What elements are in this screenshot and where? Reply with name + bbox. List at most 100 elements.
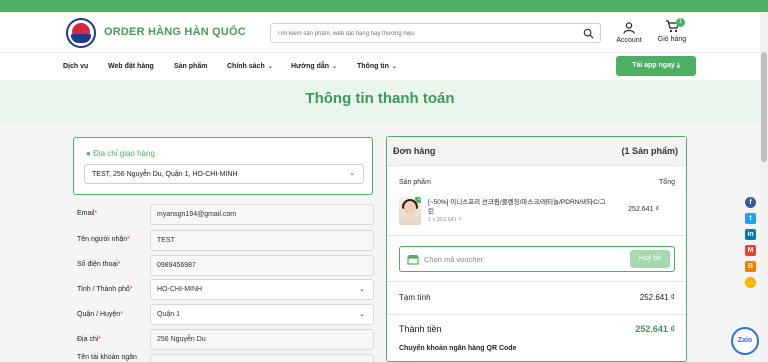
- bank-account-name-field[interactable]: [150, 354, 374, 362]
- district-select[interactable]: Quận 1 ⌄: [150, 304, 374, 325]
- receiver-label: Tên người nhận*: [77, 236, 130, 243]
- street-label: Địa chỉ*: [77, 336, 101, 343]
- linkedin-icon[interactable]: in: [745, 229, 756, 240]
- address-select[interactable]: TEST, 256 Nguyễn Du, Quận 1, HO-CHI-MINH…: [84, 164, 364, 184]
- chevron-down-icon: ⌄: [267, 64, 273, 70]
- cart-label: Giỏ hàng: [657, 36, 687, 43]
- scrollbar-thumb[interactable]: [761, 52, 767, 162]
- phone-field[interactable]: 0989456987: [150, 255, 374, 276]
- chevron-down-icon: ⌄: [349, 170, 355, 177]
- chevron-down-icon: ⌄: [332, 64, 338, 70]
- phone-label-text: Số điện thoại: [77, 261, 118, 268]
- column-total: Tổng: [659, 179, 675, 186]
- user-icon: [623, 22, 635, 34]
- phone-label: Số điện thoại*: [77, 261, 121, 268]
- chevron-down-icon: ⌄: [391, 64, 397, 70]
- product-price: 252.641 ₫: [628, 206, 659, 213]
- cart-count-badge: 1: [676, 18, 685, 27]
- blogger-icon[interactable]: B: [745, 261, 756, 272]
- order-summary-card: Đơn hàng (1 Sản phẩm) Sản phẩm Tổng 1 [~…: [386, 136, 687, 362]
- nav-item-services[interactable]: Dịch vụ: [63, 63, 88, 70]
- address-select-value: TEST, 256 Nguyễn Du, Quận 1, HO-CHI-MINH: [92, 171, 238, 178]
- cart-button[interactable]: 1 Giỏ hàng: [654, 18, 690, 43]
- search-box[interactable]: [270, 23, 601, 43]
- page-title: Thông tin thanh toán: [305, 90, 455, 107]
- search-input[interactable]: [277, 28, 567, 39]
- shipping-address-title: ● Địa chỉ giao hàng: [86, 149, 155, 158]
- shipping-address-card: ● Địa chỉ giao hàng TEST, 256 Nguyễn Du,…: [73, 137, 373, 195]
- city-value: HO-CHI-MINH: [157, 286, 203, 293]
- district-label-text: Quận / Huyện: [77, 311, 121, 318]
- required-mark: *: [94, 210, 98, 217]
- divider: [387, 281, 686, 282]
- quantity-badge: 1: [415, 197, 421, 203]
- total-row: Thành tiền 252.641 ₫: [399, 324, 675, 334]
- email-label: Email*: [77, 210, 97, 217]
- column-product: Sản phẩm: [399, 179, 431, 186]
- order-item: 1 [~50%] 이니스프리 선크림/클렌징/마스크/레티놀/PDRN/비타C/…: [399, 197, 675, 227]
- cancel-voucher-button[interactable]: Huỷ bỏ: [630, 250, 670, 268]
- divider: [387, 314, 686, 315]
- social-share-bar: f t in M B …: [745, 197, 759, 293]
- product-quantity: 1 x 252.641 ₫: [428, 217, 462, 223]
- download-app-button[interactable]: Tải app ngay ⤓: [616, 56, 696, 76]
- payment-method-title[interactable]: Chuyển khoản ngân hàng QR Code: [399, 345, 516, 352]
- twitter-icon[interactable]: t: [745, 213, 756, 224]
- email-label-text: Email: [77, 210, 95, 217]
- city-label: Tỉnh / Thành phố*: [77, 286, 133, 293]
- sms-icon[interactable]: …: [745, 277, 756, 288]
- nav-label: Hướng dẫn: [291, 63, 330, 70]
- product-thumbnail[interactable]: 1: [399, 197, 421, 225]
- account-button[interactable]: Account: [612, 22, 646, 44]
- required-mark: *: [98, 336, 102, 343]
- gmail-icon[interactable]: M: [745, 245, 756, 256]
- district-value: Quận 1: [157, 311, 180, 318]
- zalo-label: Zalo: [737, 337, 753, 344]
- nav-item-guide[interactable]: Hướng dẫn ⌄: [291, 63, 337, 70]
- required-mark: *: [129, 286, 133, 293]
- nav-item-policy[interactable]: Chính sách ⌄: [227, 63, 273, 70]
- bank-account-name-label-text: Tên tài khoản ngân: [77, 354, 137, 361]
- voucher-box[interactable]: Chọn mã voucher Huỷ bỏ: [399, 246, 675, 272]
- order-product-count: (1 Sản phẩm): [621, 146, 678, 156]
- order-title: Đơn hàng: [393, 146, 436, 156]
- account-label: Account: [616, 37, 642, 44]
- subtotal-label: Tạm tính: [399, 293, 431, 302]
- receiver-field[interactable]: TEST: [150, 230, 374, 251]
- nav-item-order-web[interactable]: Web đặt hàng: [108, 63, 154, 70]
- nav-item-products[interactable]: Sản phẩm: [174, 63, 207, 70]
- city-select[interactable]: HO-CHI-MINH ⌄: [150, 279, 374, 300]
- city-label-text: Tỉnh / Thành phố: [77, 286, 130, 293]
- brand-name[interactable]: ORDER HÀNG HÀN QUỐC: [104, 26, 246, 38]
- product-name[interactable]: [~50%] 이니스프리 선크림/클렌징/마스크/레티놀/PDRN/비타C/그린: [428, 198, 606, 216]
- scrollbar[interactable]: [760, 12, 768, 362]
- street-value: 256 Nguyễn Du: [157, 336, 206, 343]
- required-mark: *: [117, 261, 121, 268]
- voucher-placeholder: Chọn mã voucher: [424, 255, 484, 264]
- nav-label: Web đặt hàng: [108, 63, 154, 70]
- bank-account-name-label: Tên tài khoản ngân: [77, 354, 137, 361]
- shipping-address-label: Địa chỉ giao hàng: [93, 149, 155, 158]
- facebook-icon[interactable]: f: [745, 197, 756, 208]
- street-label-text: Địa chỉ: [77, 336, 99, 343]
- shop-icon: [407, 255, 419, 265]
- email-field[interactable]: myansgn194@gmail.com: [150, 204, 374, 225]
- download-icon: ⤓: [676, 62, 680, 69]
- brand-logo[interactable]: [66, 18, 96, 48]
- nav-label: Thông tin: [357, 63, 389, 70]
- subtotal-value: 252.641 ₫: [639, 293, 675, 302]
- nav-item-info[interactable]: Thông tin ⌄: [357, 63, 397, 70]
- email-value: myansgn194@gmail.com: [157, 211, 237, 218]
- search-icon[interactable]: [583, 28, 594, 39]
- total-label: Thành tiền: [399, 324, 442, 334]
- phone-value: 0989456987: [157, 262, 196, 269]
- required-mark: *: [120, 311, 123, 318]
- zalo-chat-button[interactable]: Zalo: [731, 327, 759, 355]
- order-columns: Sản phẩm Tổng: [399, 179, 675, 186]
- subtotal-row: Tạm tính 252.641 ₫: [399, 293, 675, 302]
- download-app-label: Tải app ngay: [632, 62, 675, 69]
- location-pin-icon: ●: [86, 149, 91, 158]
- nav-label: Dịch vụ: [63, 63, 89, 70]
- street-field[interactable]: 256 Nguyễn Du: [150, 329, 374, 350]
- page-hero: Thông tin thanh toán: [0, 80, 760, 124]
